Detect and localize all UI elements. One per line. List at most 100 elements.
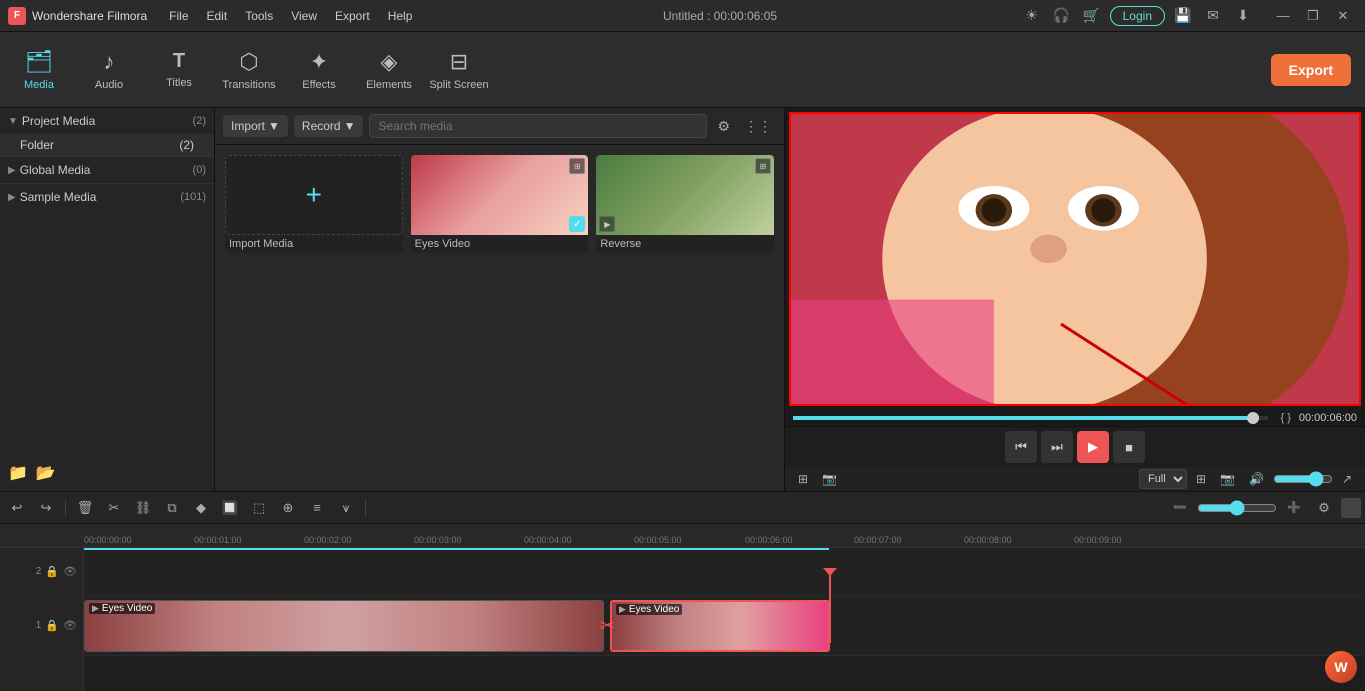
zoom-slider[interactable] xyxy=(1197,500,1277,516)
menu-item-file[interactable]: File xyxy=(161,7,196,25)
panel-toggle[interactable] xyxy=(1341,498,1361,518)
toolbar-elements-label: Elements xyxy=(366,79,412,91)
delete-button[interactable]: 🗑 xyxy=(72,495,98,521)
track-num-1: 1 xyxy=(36,620,42,631)
zoom-out-icon[interactable]: ➖ xyxy=(1167,495,1193,521)
menu-bar: FileEditToolsViewExportHelp xyxy=(161,7,420,25)
fullscreen-icon[interactable]: ⊞ xyxy=(793,470,813,488)
toolbar-elements[interactable]: ◈ Elements xyxy=(354,35,424,105)
timeline-track-1[interactable]: ▶ Eyes Video ▶ Eyes Video xyxy=(84,596,1365,656)
record-label: Record xyxy=(302,119,341,133)
step-back-button[interactable]: ⏭ xyxy=(1041,431,1073,463)
crop-button[interactable]: 🔲 xyxy=(217,495,243,521)
progress-bar[interactable] xyxy=(793,416,1268,420)
track-clip-eyes-1[interactable]: ▶ Eyes Video xyxy=(84,600,604,652)
toolbar-splitscreen[interactable]: ⊟ Split Screen xyxy=(424,35,494,105)
menu-item-edit[interactable]: Edit xyxy=(199,7,236,25)
expand-icon[interactable]: ↗ xyxy=(1337,470,1357,488)
waveform-button[interactable]: ⩛ xyxy=(333,495,359,521)
volume-icon[interactable]: 🔊 xyxy=(1244,470,1269,488)
add-button[interactable]: ⊕ xyxy=(275,495,301,521)
sample-media-count: (101) xyxy=(180,191,206,203)
keyframe-button[interactable]: ◆ xyxy=(188,495,214,521)
media-item-eyes-video[interactable]: ⊞ ✓ Eyes Video xyxy=(411,155,589,253)
play-button[interactable]: ▶ xyxy=(1077,431,1109,463)
visibility-icon-track1[interactable]: 👁 xyxy=(63,619,77,632)
rewind-button[interactable]: ⏮ xyxy=(1005,431,1037,463)
save-icon[interactable]: 💾 xyxy=(1171,4,1195,28)
import-label: Import xyxy=(231,119,265,133)
video-background xyxy=(791,114,1359,404)
stop-button[interactable]: ■ xyxy=(1113,431,1145,463)
progress-thumb xyxy=(1247,412,1259,424)
progress-bar-container[interactable] xyxy=(793,416,1268,420)
track-labels: 2 🔒 👁 1 🔒 👁 xyxy=(0,548,84,691)
toolbar-transitions[interactable]: ⬡ Transitions xyxy=(214,35,284,105)
mail-icon[interactable]: ✉ xyxy=(1201,4,1225,28)
toolbar-audio[interactable]: ♪ Audio xyxy=(74,35,144,105)
cut-button[interactable]: ✂ xyxy=(101,495,127,521)
chain-button[interactable]: ⛓ xyxy=(130,495,156,521)
export-button[interactable]: Export xyxy=(1271,54,1351,86)
zoom-select[interactable]: Full xyxy=(1139,469,1187,489)
headphones-icon[interactable]: 🎧 xyxy=(1050,4,1074,28)
login-button[interactable]: Login xyxy=(1110,6,1165,26)
sidebar-item-folder[interactable]: Folder (2) xyxy=(0,134,214,156)
folder-icon-button[interactable]: 📂 xyxy=(36,463,56,483)
settings-icon[interactable]: ⚙ xyxy=(1311,495,1337,521)
global-media-label: Global Media xyxy=(20,163,91,177)
ruler-tick-7: 00:00:07:00 xyxy=(854,535,902,545)
filter-icon[interactable]: ⚙ xyxy=(713,116,734,137)
media-item-reverse[interactable]: ⊞ ▶ Reverse xyxy=(596,155,774,253)
preview-video xyxy=(789,112,1361,406)
copy-button[interactable]: ⧉ xyxy=(159,495,185,521)
titlebar-right: ☀ 🎧 🛒 Login 💾 ✉ ⬇ — ❐ ✕ xyxy=(1020,2,1357,30)
toolbar-effects[interactable]: ✦ Effects xyxy=(284,35,354,105)
snapshot-icon[interactable]: 📷 xyxy=(1215,470,1240,488)
screenshot-icon[interactable]: 📷 xyxy=(817,470,842,488)
search-input[interactable] xyxy=(369,114,707,138)
menu-item-view[interactable]: View xyxy=(283,7,325,25)
visibility-icon-track2[interactable]: 👁 xyxy=(63,565,77,578)
sidebar-item-global-media[interactable]: ▶ Global Media (0) xyxy=(0,157,214,183)
toolbar-titles[interactable]: T Titles xyxy=(144,35,214,105)
grid-icon[interactable]: ⋮⋮ xyxy=(740,116,776,137)
menu-item-export[interactable]: Export xyxy=(327,7,378,25)
cart-icon[interactable]: 🛒 xyxy=(1080,4,1104,28)
lock-icon-track2[interactable]: 🔒 xyxy=(45,565,59,578)
toolbar-media[interactable]: 🗂 Media xyxy=(4,35,74,105)
volume-slider[interactable] xyxy=(1273,471,1333,487)
timeline-track-2[interactable] xyxy=(84,548,1365,596)
playhead[interactable] xyxy=(829,572,831,643)
zoom-in-icon[interactable]: ➕ xyxy=(1281,495,1307,521)
menu-button[interactable]: ≡ xyxy=(304,495,330,521)
track-clip-eyes-2[interactable]: ▶ Eyes Video xyxy=(610,600,830,652)
elements-icon: ◈ xyxy=(381,49,398,75)
window-controls: — ❐ ✕ xyxy=(1269,2,1357,30)
undo-button[interactable]: ↩ xyxy=(4,495,30,521)
new-folder-button[interactable]: 📁 xyxy=(8,463,28,483)
maximize-button[interactable]: ❐ xyxy=(1299,2,1327,30)
record-button[interactable]: Record ▼ xyxy=(294,115,364,137)
titles-icon: T xyxy=(173,50,185,73)
lock-icon-track1[interactable]: 🔒 xyxy=(45,619,59,632)
import-button[interactable]: Import ▼ xyxy=(223,115,288,137)
download-icon[interactable]: ⬇ xyxy=(1231,4,1255,28)
menu-item-help[interactable]: Help xyxy=(380,7,421,25)
media-item-import[interactable]: + Import Media xyxy=(225,155,403,253)
toolbar-effects-label: Effects xyxy=(302,79,335,91)
stabilize-button[interactable]: ⬚ xyxy=(246,495,272,521)
sidebar-item-sample-media[interactable]: ▶ Sample Media (101) xyxy=(0,184,214,210)
toolbar-audio-label: Audio xyxy=(95,79,123,91)
minimize-button[interactable]: — xyxy=(1269,2,1297,30)
import-placeholder[interactable]: + xyxy=(225,155,403,235)
menu-item-tools[interactable]: Tools xyxy=(237,7,281,25)
close-button[interactable]: ✕ xyxy=(1329,2,1357,30)
sidebar-item-project-media[interactable]: ▼ Project Media (2) xyxy=(0,108,214,134)
expand-arrow-icon: ▶ xyxy=(8,192,16,203)
ruler-tick-1: 00:00:01:00 xyxy=(194,535,242,545)
preview-bottom-bar: ⊞ 📷 Full ⊞ 📷 🔊 ↗ xyxy=(785,467,1365,491)
redo-button[interactable]: ↪ xyxy=(33,495,59,521)
aspect-ratio-icon[interactable]: ⊞ xyxy=(1191,470,1211,488)
sun-icon[interactable]: ☀ xyxy=(1020,4,1044,28)
